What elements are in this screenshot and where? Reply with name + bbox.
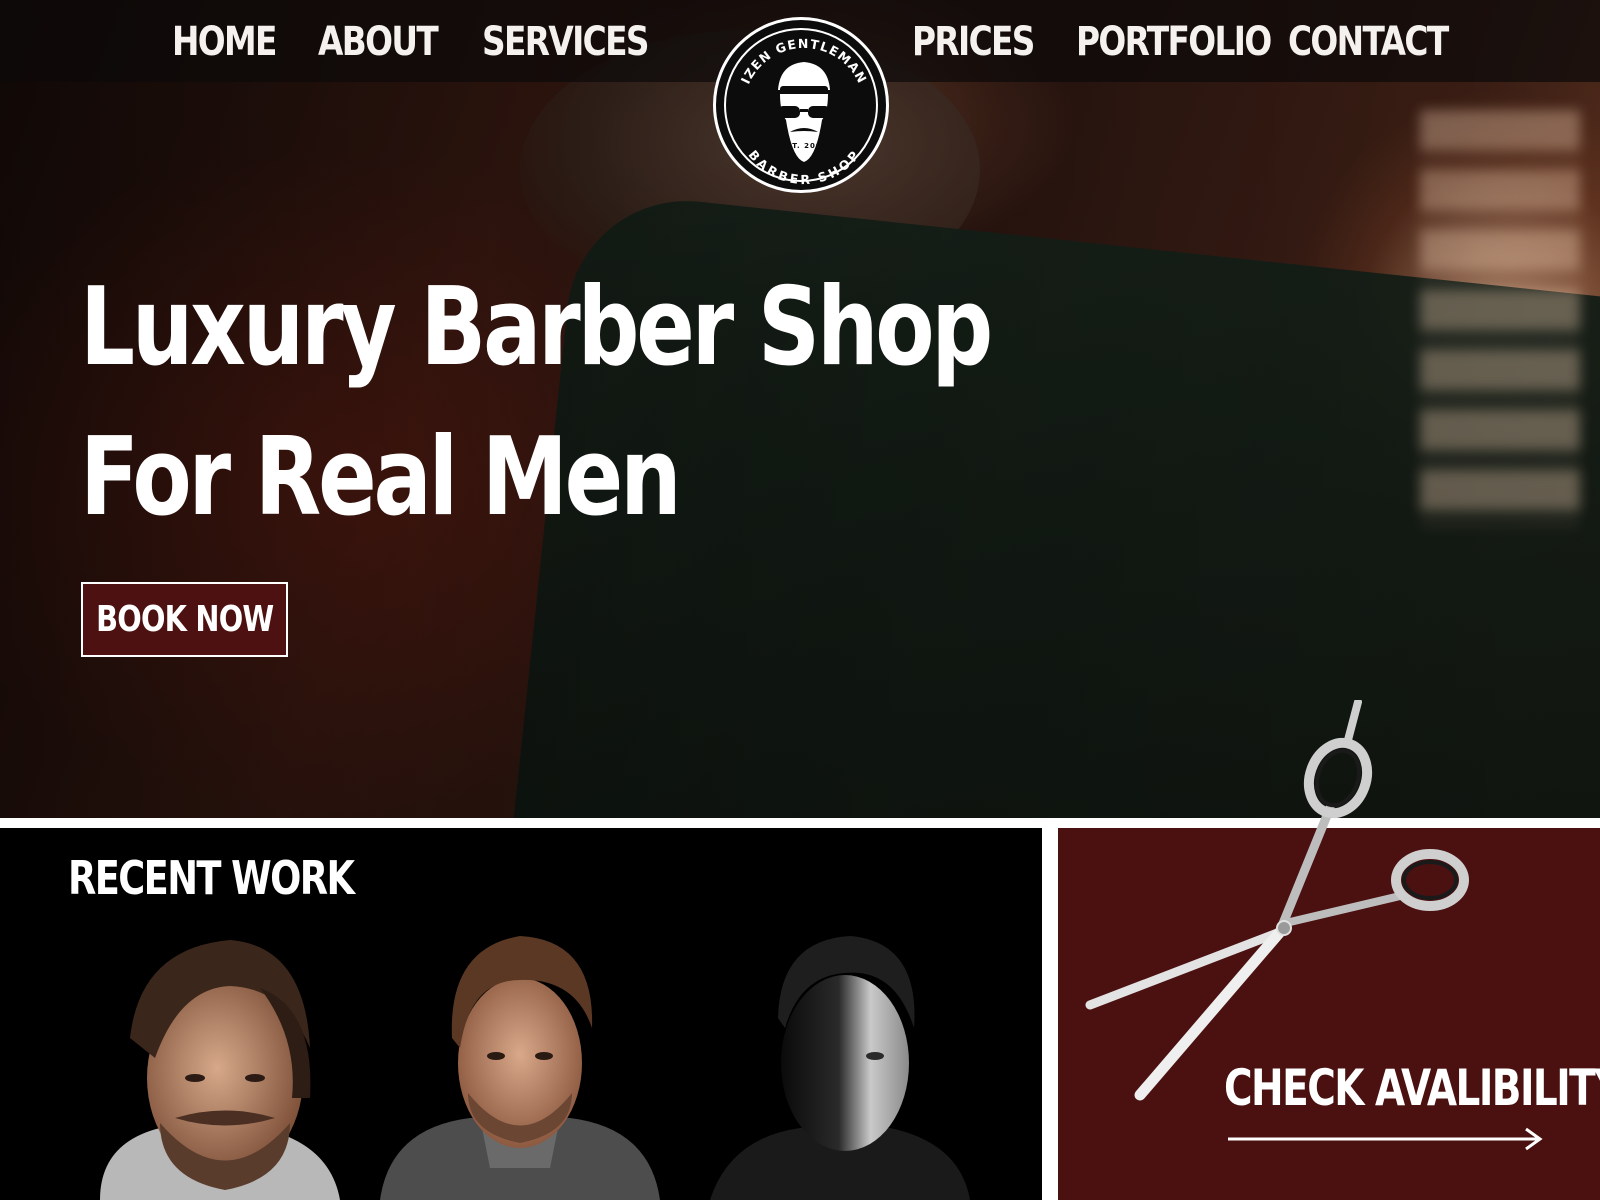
portrait-long-hair-beard-image: [100, 940, 340, 1200]
portrait-quiff-stubble-image: [380, 936, 660, 1200]
check-availability-label[interactable]: CHECK AVALIBILITY: [1224, 1058, 1600, 1118]
nav-prices-link[interactable]: PRICES: [912, 14, 1035, 70]
nav-home-link[interactable]: HOME: [172, 14, 277, 70]
hero-headline-line2: For Real Men: [80, 415, 682, 540]
recent-work-title: RECENT WORK: [68, 851, 355, 905]
nav-about-link[interactable]: ABOUT: [318, 14, 439, 70]
nav-contact-link[interactable]: CONTACT: [1288, 14, 1449, 70]
book-now-label: BOOK NOW: [95, 599, 274, 640]
brand-logo[interactable]: IZEN GENTLEMAN BARBER SHOP EST. 2004: [713, 17, 889, 193]
portrait-2[interactable]: [360, 928, 680, 1200]
portrait-black-white-short-hair-image: [710, 936, 970, 1200]
portrait-1[interactable]: [60, 928, 380, 1200]
logo-emblem: IZEN GENTLEMAN BARBER SHOP EST. 2004: [738, 36, 869, 187]
arrow-right-icon[interactable]: [1226, 1126, 1546, 1152]
portrait-3[interactable]: [670, 928, 990, 1200]
logo-est-text: EST. 2004: [780, 142, 827, 150]
book-now-button[interactable]: BOOK NOW: [81, 582, 288, 657]
hero-headline-line1: Luxury Barber Shop: [80, 265, 993, 390]
recent-work-section: RECENT WORK: [0, 828, 1042, 1200]
nav-portfolio-link[interactable]: PORTFOLIO: [1076, 14, 1272, 70]
nav-services-link[interactable]: SERVICES: [482, 14, 649, 70]
